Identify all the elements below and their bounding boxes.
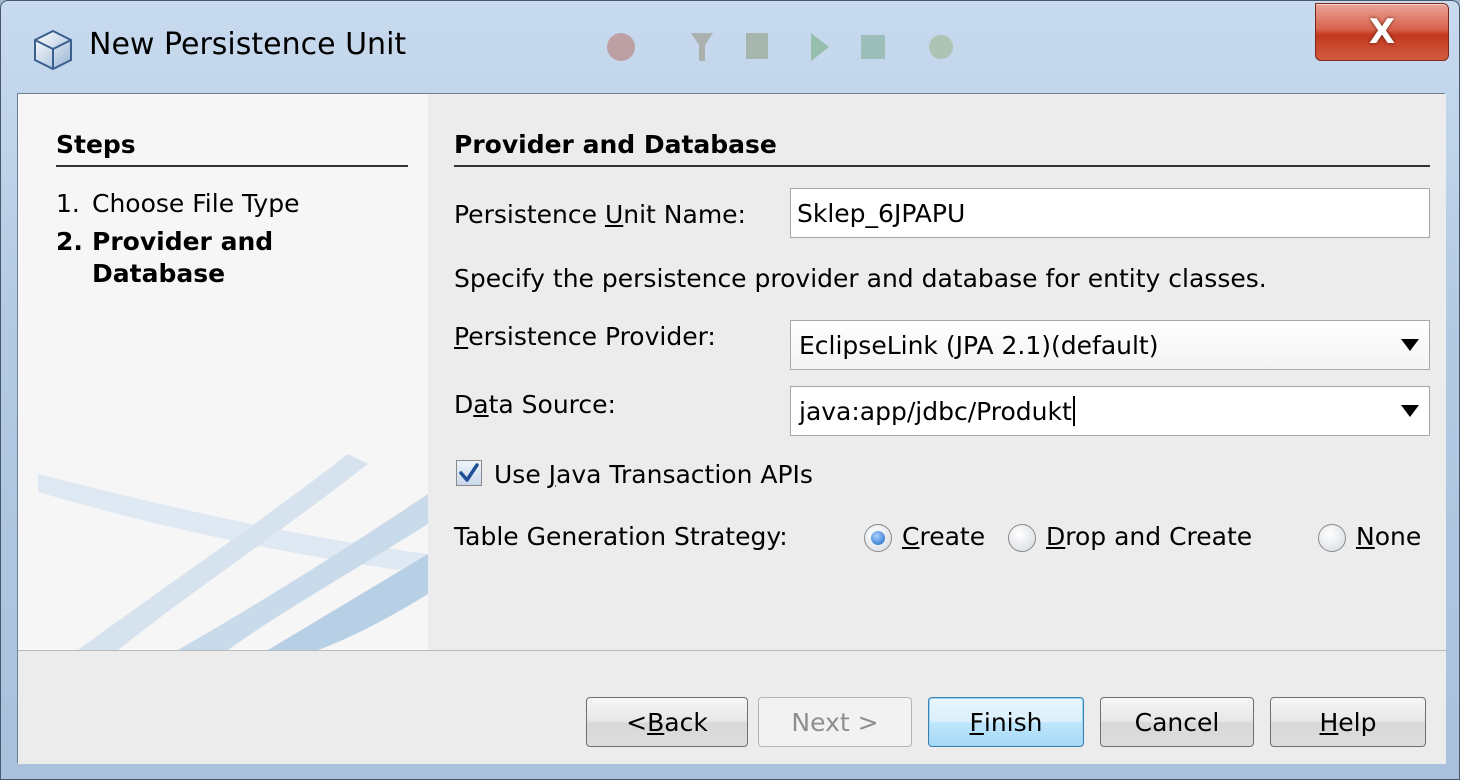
provider-value: EclipseLink (JPA 2.1)(default) (799, 330, 1159, 360)
use-jta-checkbox[interactable] (456, 460, 482, 486)
step-label-line2: Database (92, 259, 226, 288)
cancel-button[interactable]: Cancel (1100, 697, 1254, 747)
strategy-create-radio[interactable] (864, 524, 892, 552)
help-button[interactable]: Help (1270, 697, 1426, 747)
step-number: 1. (56, 189, 80, 218)
chevron-down-icon[interactable] (1401, 405, 1419, 417)
dialog-window: New Persistence Unit X Steps 1. Choose F… (0, 0, 1460, 780)
step-label: Provider and (92, 227, 274, 256)
data-source-combo[interactable]: java:app/jdbc/Produkt (790, 386, 1430, 436)
text-caret (1072, 396, 1075, 426)
step-provider-and-database: 2. Provider and Database (56, 226, 273, 290)
datasource-value: java:app/jdbc/Produkt (799, 396, 1072, 426)
steps-heading: Steps (56, 130, 408, 167)
decorative-swoosh (38, 454, 428, 650)
next-button[interactable]: Next > (758, 697, 912, 747)
dialog-client-area: Steps 1. Choose File Type 2. Provider an… (17, 93, 1446, 764)
use-jta-label[interactable]: Use Java Transaction APIs (494, 460, 813, 489)
steps-panel: Steps 1. Choose File Type 2. Provider an… (18, 94, 428, 650)
strategy-none-radio[interactable] (1318, 524, 1346, 552)
back-button[interactable]: < Back (586, 697, 748, 747)
step-number: 2. (56, 227, 83, 256)
persistence-provider-select[interactable]: EclipseLink (JPA 2.1)(default) (790, 320, 1430, 370)
step-label: Choose File Type (92, 189, 300, 218)
persistence-unit-icon (34, 29, 72, 71)
provider-label: Persistence Provider: (454, 322, 716, 351)
window-title: New Persistence Unit (89, 27, 407, 62)
unit-name-value: Sklep_6JPAPU (797, 198, 966, 228)
unit-name-label: Persistence Unit Name: (454, 200, 746, 229)
section-title: Provider and Database (454, 130, 1430, 167)
background-toolbar-icons (607, 33, 953, 61)
content-panel: Provider and Database Persistence Unit N… (428, 94, 1446, 650)
chevron-down-icon[interactable] (1401, 339, 1419, 351)
strategy-drop-and-create-label[interactable]: Drop and Create (1046, 522, 1252, 551)
strategy-create-label[interactable]: Create (902, 522, 985, 551)
strategy-none-label[interactable]: None (1356, 522, 1421, 551)
checkmark-icon (459, 463, 479, 482)
description-text: Specify the persistence provider and dat… (454, 264, 1267, 293)
strategy-drop-and-create-radio[interactable] (1008, 524, 1036, 552)
strategy-label: Table Generation Strategy: (454, 522, 788, 551)
persistence-unit-name-input[interactable]: Sklep_6JPAPU (790, 188, 1430, 238)
button-bar: < Back Next > Finish Cancel Help (18, 650, 1446, 764)
close-icon: X (1368, 12, 1396, 52)
datasource-label: Data Source: (454, 390, 616, 419)
finish-button[interactable]: Finish (928, 697, 1084, 747)
close-button[interactable]: X (1315, 3, 1449, 61)
step-choose-file-type: 1. Choose File Type (56, 188, 299, 220)
title-bar[interactable]: New Persistence Unit X (1, 1, 1459, 93)
